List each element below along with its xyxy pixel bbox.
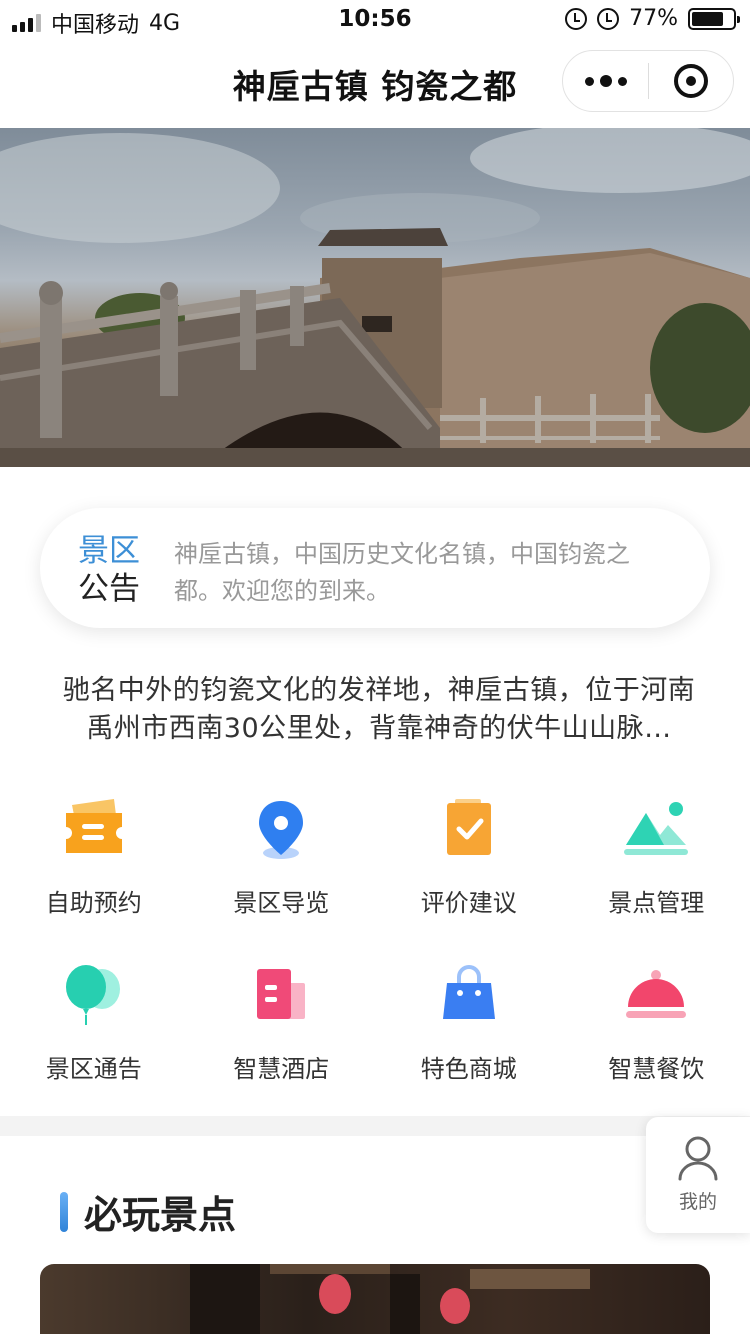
checklist-icon <box>433 795 505 867</box>
close-miniprogram-button[interactable] <box>649 51 733 111</box>
menu-label: 景点管理 <box>608 889 705 917</box>
must-see-section-header: 必玩景点 <box>60 1184 236 1239</box>
my-profile-button[interactable]: 我的 <box>646 1117 750 1233</box>
menu-scenic-guide[interactable]: 景区导览 <box>188 795 376 961</box>
alarm-icon <box>597 7 620 30</box>
town-intro[interactable]: 驰名中外的钧瓷文化的发祥地，神垕古镇，位于河南禹州市西南30公里处，背靠神奇的伏… <box>54 672 704 748</box>
more-dot-icon <box>584 76 594 86</box>
notice-label-line2: 公告 <box>78 571 140 607</box>
status-right: 77% <box>565 6 740 31</box>
menu-label: 智慧餐饮 <box>608 1055 705 1083</box>
my-profile-label: 我的 <box>678 1191 717 1213</box>
battery-percent: 77% <box>629 6 678 31</box>
food-cloche-icon <box>620 961 692 1033</box>
ancient-town-illustration <box>0 128 750 467</box>
user-icon <box>678 1136 718 1181</box>
location-pin-icon <box>245 795 317 867</box>
menu-spot-management[interactable]: 景点管理 <box>563 795 750 961</box>
hero-banner[interactable] <box>0 128 750 467</box>
menu-smart-dining[interactable]: 智慧餐饮 <box>563 961 750 1127</box>
balloon-icon <box>58 961 130 1033</box>
target-icon <box>673 64 708 98</box>
battery-fill <box>692 11 723 26</box>
nav-bar: 神垕古镇 钧瓷之都 <box>0 40 750 128</box>
rotation-lock-icon <box>565 7 588 30</box>
menu-label: 智慧酒店 <box>233 1055 330 1083</box>
more-button[interactable] <box>563 51 648 111</box>
menu-smart-hotel[interactable]: 智慧酒店 <box>188 961 376 1127</box>
more-dot-icon <box>599 75 612 87</box>
notice-text: 神垕古镇，中国历史文化名镇，中国钧瓷之都。欢迎您的到来。 <box>174 540 630 605</box>
section-title: 必玩景点 <box>84 1193 237 1237</box>
status-bar: 中国移动 4G 10:56 77% <box>0 0 750 40</box>
spot-card[interactable] <box>40 1264 710 1334</box>
section-divider <box>0 1116 750 1136</box>
shopping-bag-icon <box>433 961 505 1033</box>
feature-grid: 自助预约 景区导览 评价建议 景点管理 景区通告 智慧酒店 特色商城 智慧餐饮 <box>0 795 750 1127</box>
menu-label: 评价建议 <box>420 889 517 917</box>
notice-label-line1: 景区 <box>78 533 140 569</box>
section-accent-bar <box>60 1191 68 1232</box>
spot-photo <box>190 1264 590 1334</box>
miniprogram-capsule <box>562 50 734 112</box>
battery-icon <box>688 7 740 30</box>
menu-label: 景区导览 <box>233 889 330 917</box>
menu-label: 景区通告 <box>45 1055 142 1083</box>
ticket-icon <box>58 795 130 867</box>
more-dot-icon <box>617 76 627 86</box>
scenic-notice-card[interactable]: 景区 公告 神垕古镇，中国历史文化名镇，中国钧瓷之都。欢迎您的到来。 <box>40 508 710 628</box>
menu-label: 特色商城 <box>420 1055 517 1083</box>
menu-label: 自助预约 <box>45 889 142 917</box>
mountain-icon <box>620 795 692 867</box>
hotel-icon <box>245 961 317 1033</box>
menu-specialty-mall[interactable]: 特色商城 <box>375 961 563 1127</box>
notice-label: 景区 公告 <box>78 532 148 608</box>
menu-self-booking[interactable]: 自助预约 <box>0 795 188 961</box>
menu-feedback[interactable]: 评价建议 <box>375 795 563 961</box>
menu-scenic-announcement[interactable]: 景区通告 <box>0 961 188 1127</box>
